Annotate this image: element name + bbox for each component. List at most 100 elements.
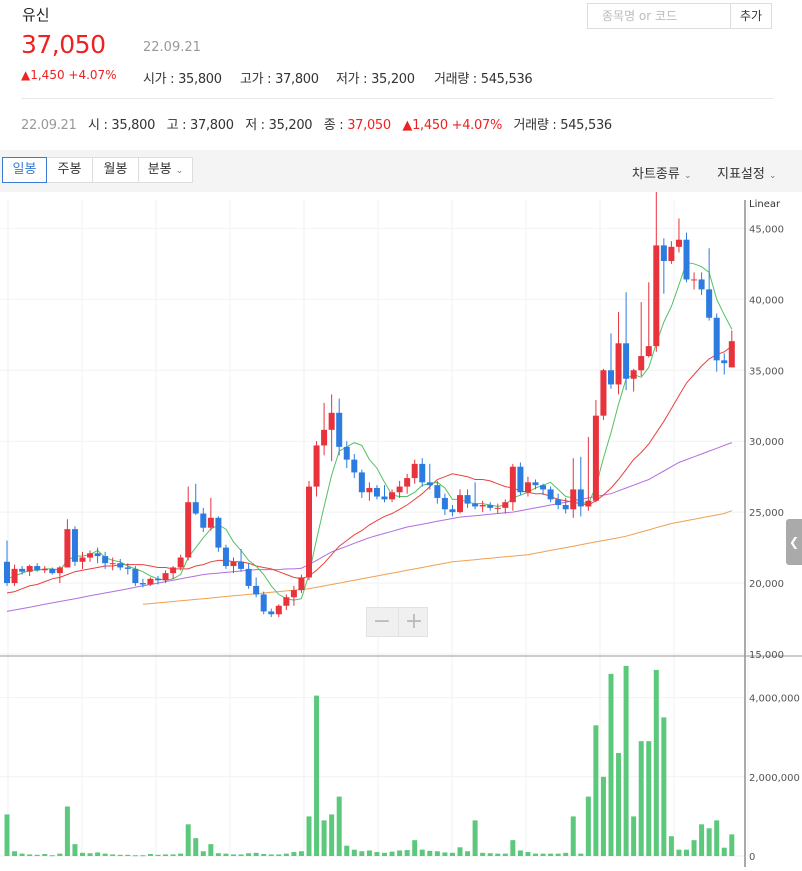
candle-body <box>524 482 531 493</box>
volume-stat: 거래량 : 545,536 <box>434 72 533 87</box>
volume-bar <box>155 854 161 856</box>
volume-bar <box>132 855 138 857</box>
volume-bar <box>170 854 176 856</box>
candle-body <box>94 553 101 557</box>
candle-body <box>668 246 675 262</box>
price-change: ▲1,450 +4.07% <box>21 68 117 82</box>
candle-body <box>230 561 237 567</box>
summary-close-label: 종 : <box>323 118 348 133</box>
chevron-down-icon: ⌄ <box>768 171 777 181</box>
volume-bar <box>419 849 425 856</box>
candle-body <box>653 245 660 347</box>
candle-body <box>630 370 637 379</box>
search-input[interactable] <box>588 4 722 28</box>
candle-body <box>102 556 109 564</box>
summary-low: 저 : 35,200 <box>245 118 313 133</box>
candle-body <box>162 573 169 581</box>
volume-bar <box>117 854 123 856</box>
tab-daily[interactable]: 일봉 <box>2 157 47 183</box>
price-tick-label: 25,000 <box>749 508 784 519</box>
summary-volume: 거래량 : 545,536 <box>513 118 613 133</box>
volume-bar <box>382 852 387 856</box>
volume-bar <box>563 852 569 856</box>
add-button[interactable]: 추가 <box>731 3 772 29</box>
chart-type-menu[interactable]: 차트종류 ⌄ <box>632 163 692 182</box>
candle-body <box>373 488 380 497</box>
chart-toolbar: 일봉 주봉 월봉 분봉 ⌄ 차트종류 ⌄ 지표설정 ⌄ <box>0 150 802 192</box>
chart-area[interactable]: Linear 45,000 40,000 35,000 30,000 25,000 20,0… <box>0 191 802 867</box>
volume-bar <box>480 852 486 856</box>
candle-body <box>192 502 199 514</box>
candle-body <box>675 239 682 247</box>
candle-body <box>592 415 599 501</box>
candle-body <box>321 429 328 446</box>
volume-bar <box>223 853 229 856</box>
candle-body <box>49 568 56 574</box>
low-price: 저가 : 35,200 <box>336 72 415 87</box>
search-box <box>587 3 731 29</box>
tab-minute[interactable]: 분봉 ⌄ <box>138 157 193 183</box>
volume-bar <box>412 840 418 856</box>
ma5-line <box>6 261 733 601</box>
tab-minute-label: 분봉 <box>147 162 172 177</box>
zoom-in-button[interactable]: + <box>398 608 429 636</box>
volume-bar <box>72 844 78 856</box>
candle-body <box>19 568 26 572</box>
candle-body <box>494 507 501 509</box>
price-tick-label: 15,000 <box>749 650 784 661</box>
volume-bar <box>668 836 674 856</box>
candle-body <box>547 489 554 500</box>
volume-bar <box>638 741 644 856</box>
volume-bar <box>434 851 440 856</box>
stock-name: 유신 <box>22 6 50 24</box>
candle-body <box>170 567 177 574</box>
current-price: 37,050 <box>21 30 106 59</box>
volume-bar <box>125 854 131 856</box>
volume-bar <box>110 854 116 856</box>
candle-body <box>328 412 335 430</box>
volume-bar <box>487 853 493 856</box>
price-date: 22.09.21 <box>143 40 201 55</box>
candle-body <box>509 466 516 503</box>
volume-bar <box>351 849 357 856</box>
volume-bar <box>238 854 244 856</box>
candle-body <box>351 459 358 473</box>
candle-body <box>132 568 139 584</box>
volume-bar <box>200 851 206 856</box>
divider <box>21 98 773 99</box>
volume-bar <box>495 853 501 856</box>
indicator-menu[interactable]: 지표설정 ⌄ <box>717 163 777 182</box>
price-tick-label: 35,000 <box>749 366 784 377</box>
volume-bar <box>19 853 25 856</box>
candle-body <box>336 412 343 447</box>
volume-bar <box>34 854 40 856</box>
volume-bar <box>185 824 191 856</box>
candle-body <box>275 605 282 615</box>
volume-bar <box>336 796 342 856</box>
candle-body <box>290 590 297 598</box>
candle-body <box>638 356 645 371</box>
volume-bar <box>729 834 735 856</box>
stock-chart[interactable]: Linear 45,000 40,000 35,000 30,000 25,000 20,0… <box>0 191 802 867</box>
volume-bar <box>684 849 689 856</box>
tab-monthly[interactable]: 월봉 <box>92 157 139 183</box>
candle-body <box>532 482 539 486</box>
candle-body <box>441 497 448 510</box>
candle-body <box>660 245 667 262</box>
volume-bar <box>95 852 101 856</box>
chevron-left-icon: ❮ <box>788 535 800 549</box>
open-price: 시가 : 35,800 <box>143 72 222 87</box>
volume-bar <box>329 814 335 856</box>
candle-body <box>71 529 78 562</box>
candle-body <box>306 486 312 578</box>
candle-body <box>585 500 592 507</box>
tab-weekly[interactable]: 주봉 <box>46 157 93 183</box>
volume-bar <box>359 851 365 856</box>
candle-body <box>683 239 690 280</box>
side-panel-toggle[interactable]: ❮ <box>786 519 802 565</box>
zoom-out-button[interactable]: − <box>367 608 397 636</box>
candle-body <box>11 568 18 584</box>
volume-bar <box>291 852 297 856</box>
volume-bar <box>653 669 659 856</box>
candle-body <box>464 495 471 504</box>
